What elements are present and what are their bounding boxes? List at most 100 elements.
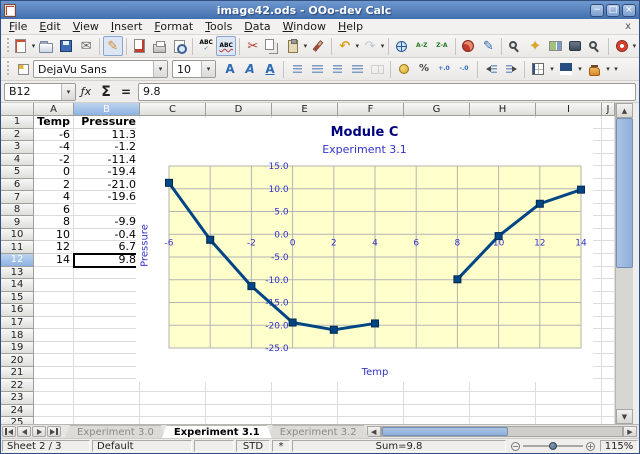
horizontal-scrollbar[interactable]: ◀ ▶ bbox=[367, 426, 637, 437]
cell-G24[interactable] bbox=[404, 405, 470, 418]
print-button[interactable] bbox=[149, 36, 169, 56]
scroll-up-button[interactable]: ▲ bbox=[616, 103, 633, 118]
cell-B22[interactable] bbox=[74, 379, 140, 392]
border-style-button[interactable] bbox=[556, 59, 576, 79]
edit-file-button[interactable]: ✎ bbox=[103, 36, 123, 56]
toolbar-overflow[interactable]: ▾ bbox=[632, 36, 637, 56]
menu-view[interactable]: View bbox=[67, 19, 105, 34]
data-sources-button[interactable] bbox=[565, 36, 585, 56]
save-button[interactable] bbox=[56, 36, 76, 56]
tab-last-button[interactable] bbox=[47, 426, 61, 437]
tab-experiment-3-0[interactable]: Experiment 3.0 bbox=[65, 425, 166, 438]
cell-A5[interactable]: 0 bbox=[34, 166, 74, 179]
align-center-button[interactable] bbox=[307, 59, 327, 79]
cell-J13[interactable] bbox=[602, 267, 615, 280]
font-name-combo[interactable]: DejaVu Sans ▾ bbox=[33, 60, 168, 78]
export-pdf-button[interactable] bbox=[129, 36, 149, 56]
cell-E23[interactable] bbox=[272, 392, 338, 405]
row-header-25[interactable]: 25 bbox=[1, 417, 34, 424]
borders-dropdown[interactable]: ▾ bbox=[548, 59, 556, 79]
scroll-left-button[interactable]: ◀ bbox=[367, 426, 381, 437]
currency-format-button[interactable] bbox=[394, 59, 414, 79]
copy-button[interactable] bbox=[263, 36, 283, 56]
toolbar-grip[interactable] bbox=[5, 38, 9, 54]
zoom-button[interactable] bbox=[585, 36, 605, 56]
cell-A12[interactable]: 14 bbox=[34, 254, 74, 267]
cell-B18[interactable] bbox=[74, 329, 140, 342]
input-line[interactable]: 9.8 bbox=[138, 83, 636, 101]
font-size-combo[interactable]: 10 ▾ bbox=[172, 60, 216, 78]
cell-A8[interactable]: 6 bbox=[34, 204, 74, 217]
cell-A23[interactable] bbox=[34, 392, 74, 405]
menu-data[interactable]: Data bbox=[238, 19, 276, 34]
cell-J12[interactable] bbox=[602, 254, 615, 267]
styles-and-formatting-button[interactable] bbox=[13, 59, 33, 79]
cell-D23[interactable] bbox=[206, 392, 272, 405]
cell-H24[interactable] bbox=[470, 405, 536, 418]
gallery-button[interactable] bbox=[545, 36, 565, 56]
menu-help[interactable]: Help bbox=[332, 19, 369, 34]
column-header-A[interactable]: A bbox=[34, 103, 74, 116]
borders-button[interactable] bbox=[528, 59, 548, 79]
cell-J1[interactable] bbox=[602, 116, 615, 129]
close-document-button[interactable]: x bbox=[619, 21, 637, 32]
row-header-9[interactable]: 9 bbox=[1, 216, 34, 229]
cell-B16[interactable] bbox=[74, 304, 140, 317]
cut-button[interactable]: ✂ bbox=[243, 36, 263, 56]
menu-insert[interactable]: Insert bbox=[105, 19, 149, 34]
cell-A24[interactable] bbox=[34, 405, 74, 418]
zoom-out-button[interactable]: − bbox=[511, 442, 520, 451]
font-name-dropdown[interactable]: ▾ bbox=[153, 61, 167, 77]
horizontal-scroll-thumb[interactable] bbox=[382, 427, 508, 436]
auto-spellcheck-button[interactable]: ABC bbox=[216, 36, 236, 56]
cell-H23[interactable] bbox=[470, 392, 536, 405]
cell-D25[interactable] bbox=[206, 417, 272, 424]
cell-B3[interactable]: -1.2 bbox=[74, 141, 140, 154]
tab-experiment-3-1[interactable]: Experiment 3.1 bbox=[162, 425, 272, 438]
menu-edit[interactable]: Edit bbox=[33, 19, 66, 34]
row-header-20[interactable]: 20 bbox=[1, 354, 34, 367]
tab-next-button[interactable] bbox=[32, 426, 46, 437]
cell-F24[interactable] bbox=[338, 405, 404, 418]
column-header-D[interactable]: D bbox=[206, 103, 272, 116]
status-sum[interactable]: Sum=9.8 bbox=[292, 440, 506, 452]
cell-A22[interactable] bbox=[34, 379, 74, 392]
row-header-12[interactable]: 12 bbox=[1, 254, 34, 267]
menu-tools[interactable]: Tools bbox=[199, 19, 238, 34]
column-header-I[interactable]: I bbox=[536, 103, 602, 116]
format-paintbrush-button[interactable] bbox=[308, 36, 328, 56]
cell-B14[interactable] bbox=[74, 279, 140, 292]
cell-J8[interactable] bbox=[602, 204, 615, 217]
cell-F23[interactable] bbox=[338, 392, 404, 405]
row-header-19[interactable]: 19 bbox=[1, 342, 34, 355]
redo-dropdown[interactable]: ▾ bbox=[380, 36, 385, 56]
new-document-button[interactable] bbox=[11, 36, 31, 56]
cell-B23[interactable] bbox=[74, 392, 140, 405]
background-color-button[interactable] bbox=[584, 59, 604, 79]
cell-J16[interactable] bbox=[602, 304, 615, 317]
vertical-scrollbar[interactable]: ▲ ▼ bbox=[615, 103, 633, 424]
function-wizard-button[interactable]: ƒx bbox=[76, 83, 96, 101]
row-header-14[interactable]: 14 bbox=[1, 279, 34, 292]
close-button[interactable]: × bbox=[622, 4, 636, 17]
tab-experiment-3-2[interactable]: Experiment 3.2 bbox=[268, 425, 369, 438]
cell-J22[interactable] bbox=[602, 379, 615, 392]
cell-J6[interactable] bbox=[602, 179, 615, 192]
cell-B2[interactable]: 11.3 bbox=[74, 129, 140, 142]
row-header-13[interactable]: 13 bbox=[1, 267, 34, 280]
open-button[interactable] bbox=[36, 36, 56, 56]
scroll-right-button[interactable]: ▶ bbox=[623, 426, 637, 437]
cell-B4[interactable]: -11.4 bbox=[74, 154, 140, 167]
row-header-16[interactable]: 16 bbox=[1, 304, 34, 317]
sum-button[interactable]: Σ bbox=[96, 83, 116, 101]
cell-J11[interactable] bbox=[602, 241, 615, 254]
background-color-dropdown[interactable]: ▾ bbox=[604, 59, 612, 79]
cell-B5[interactable]: -19.4 bbox=[74, 166, 140, 179]
zoom-in-button[interactable]: + bbox=[586, 442, 595, 451]
add-decimal-button[interactable]: +.0 bbox=[434, 59, 454, 79]
cell-J15[interactable] bbox=[602, 292, 615, 305]
cell-A16[interactable] bbox=[34, 304, 74, 317]
row-header-2[interactable]: 2 bbox=[1, 129, 34, 142]
cell-J10[interactable] bbox=[602, 229, 615, 242]
status-page-style[interactable]: Default bbox=[92, 440, 192, 452]
